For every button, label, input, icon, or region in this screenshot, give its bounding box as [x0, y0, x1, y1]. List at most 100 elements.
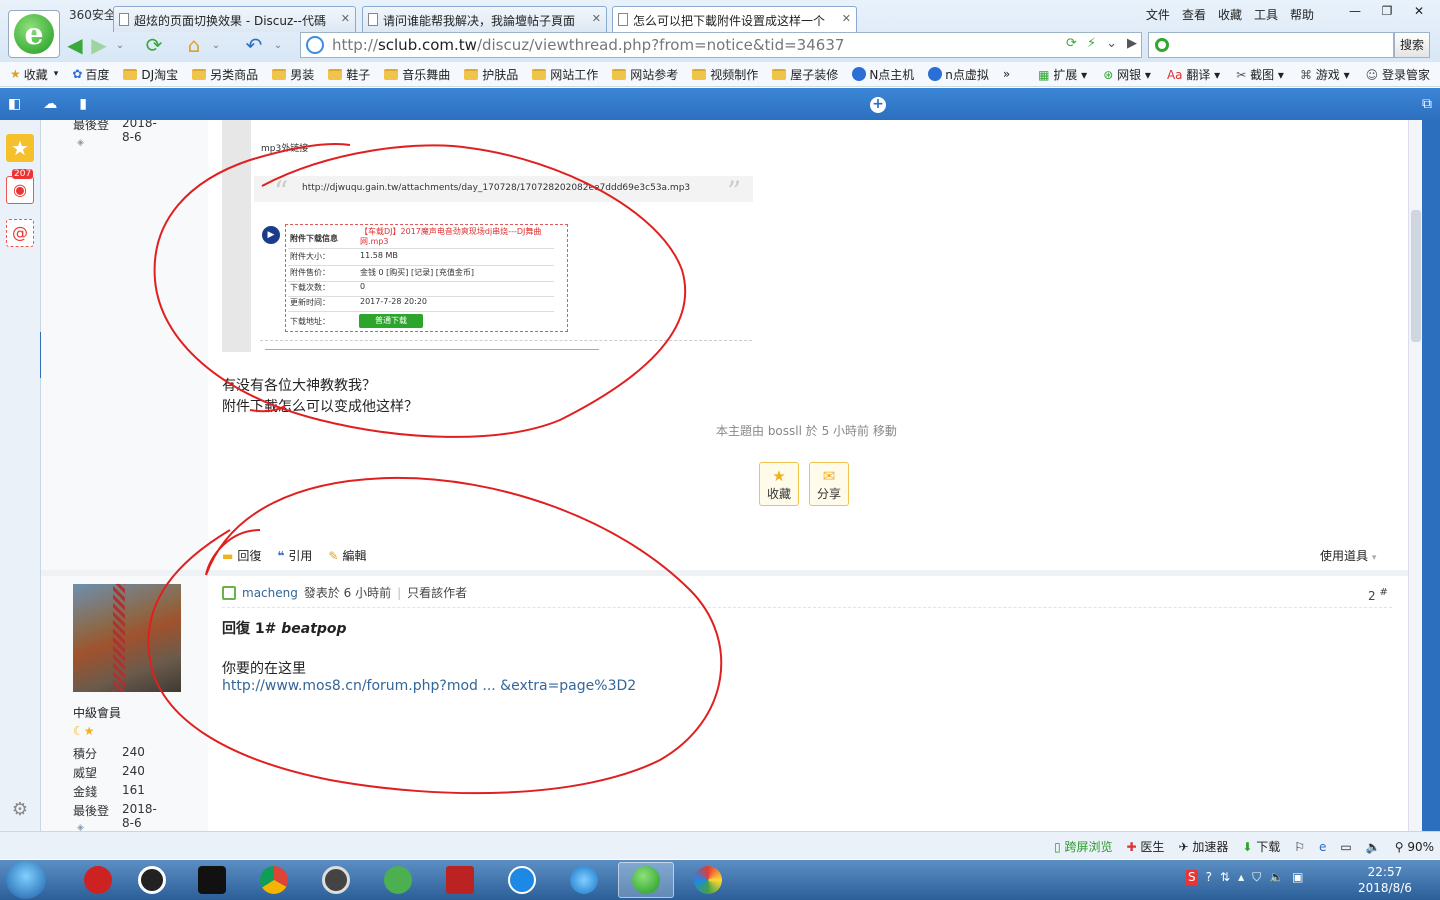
download-button[interactable]: ⬇ 下载 — [1242, 838, 1280, 855]
search-input[interactable] — [1148, 32, 1394, 58]
taskbar-app-music[interactable] — [370, 862, 426, 898]
home-dropdown-icon[interactable]: ⌄ — [208, 32, 224, 58]
window-mode-icon[interactable]: ▭ — [1340, 840, 1351, 854]
sidebar-toggle-icon[interactable]: ◧ — [8, 96, 21, 112]
ie-mode-icon[interactable]: e — [1319, 840, 1326, 854]
security-tray-icon[interactable]: ⛉ — [1252, 870, 1261, 885]
translate-button[interactable]: Aa 翻译 ▾ — [1167, 66, 1220, 83]
forward-icon[interactable]: ▶ — [88, 32, 110, 58]
tab-close-icon[interactable]: ✕ — [341, 12, 350, 25]
page-scrollbar[interactable] — [1408, 120, 1422, 831]
bookmark-folder[interactable]: 视频制作 — [692, 66, 758, 83]
address-dropdown-icon[interactable]: ⌄ — [1106, 36, 1117, 51]
address-bar[interactable]: http://sclub.com.tw/discuz/viewthread.ph… — [300, 32, 1142, 58]
tab-3-active[interactable]: 怎么可以把下載附件设置成这样一个 ✕ — [612, 6, 857, 32]
extensions-button[interactable]: ▦ 扩展 ▾ — [1038, 66, 1087, 83]
author-link[interactable]: macheng — [242, 586, 298, 600]
sogou-ime-icon[interactable]: S — [1186, 870, 1198, 885]
speed-mode-icon[interactable]: ⚡ — [1087, 36, 1096, 51]
tab-restore-icon[interactable]: ⧉ — [1422, 96, 1432, 112]
favorites-star-icon[interactable]: ★ — [6, 134, 34, 162]
bookmark-folder[interactable]: 屋子装修 — [772, 66, 838, 83]
settings-gear-icon[interactable]: ⚙ — [6, 796, 34, 824]
tab-2[interactable]: 请问谁能帮我解决，我論壇帖子頁面 ✕ — [362, 6, 607, 32]
network-icon[interactable]: ▣ — [1292, 870, 1303, 885]
bank-button[interactable]: ⊛ 网银 ▾ — [1103, 66, 1151, 83]
cross-screen-button[interactable]: ▯ 跨屏浏览 — [1054, 838, 1112, 855]
bookmark-folder[interactable]: 护肤品 — [464, 66, 518, 83]
menu-favorites[interactable]: 收藏 — [1218, 6, 1242, 23]
login-manager-button[interactable]: ☺ 登录管家 — [1366, 66, 1430, 83]
taskbar-app-dots[interactable] — [184, 862, 240, 898]
tray-arrows-icon[interactable]: ⇅ — [1220, 870, 1230, 885]
bookmark-n-host[interactable]: N点主机 — [852, 66, 914, 83]
menu-help[interactable]: 帮助 — [1290, 6, 1314, 23]
menu-file[interactable]: 文件 — [1146, 6, 1170, 23]
use-tools-button[interactable]: 使用道具 ▾ — [1320, 547, 1376, 564]
reply-button[interactable]: ▬ 回復 — [222, 547, 261, 564]
bookmark-folder[interactable]: DJ淘宝 — [123, 66, 178, 83]
bookmark-baidu[interactable]: ✿ 百度 — [72, 66, 109, 83]
taskbar-app-qq[interactable] — [124, 862, 180, 898]
reply-link[interactable]: http://www.mos8.cn/forum.php?mod ... &ex… — [222, 678, 636, 694]
undo-close-icon[interactable]: ↶ — [240, 32, 268, 58]
taskbar-app-chrome[interactable] — [246, 862, 302, 898]
mail-at-icon[interactable]: @ — [6, 219, 34, 247]
browser-logo[interactable]: e — [8, 10, 60, 58]
taskbar-app-paint[interactable] — [680, 862, 736, 898]
bookmark-folder[interactable]: 音乐舞曲 — [384, 66, 450, 83]
start-button[interactable] — [6, 861, 46, 899]
taskbar-app-360-active[interactable] — [618, 862, 674, 898]
bookmark-folder[interactable]: 网站工作 — [532, 66, 598, 83]
tab-1[interactable]: 超炫的页面切换效果 - Discuz--代碼 ✕ — [113, 6, 356, 32]
volume-icon[interactable]: 🔈 — [1269, 870, 1284, 885]
minimize-button[interactable]: — — [1340, 2, 1370, 22]
maximize-button[interactable]: ❐ — [1372, 2, 1402, 22]
tab-close-icon[interactable]: ✕ — [842, 12, 851, 25]
close-button[interactable]: ✕ — [1404, 2, 1434, 22]
favorite-button[interactable]: ★ 收藏 — [759, 462, 799, 506]
taskbar-app-ie[interactable] — [556, 862, 612, 898]
reload-icon[interactable]: ⟳ — [1066, 36, 1077, 51]
refresh-icon[interactable]: ⟳ — [140, 32, 168, 58]
bookmark-folder[interactable]: 男装 — [272, 66, 314, 83]
accelerator-button[interactable]: ✈ 加速器 — [1178, 838, 1228, 855]
home-icon[interactable]: ⌂ — [180, 32, 208, 58]
zoom-control[interactable]: ⚲ 90% — [1395, 840, 1434, 854]
cloud-icon[interactable]: ☁ — [43, 96, 57, 112]
flag-icon[interactable]: ⚐ — [1294, 840, 1305, 854]
history-dropdown-icon[interactable]: ⌄ — [112, 32, 128, 58]
system-clock[interactable]: 22:57 2018/8/6 — [1358, 864, 1412, 896]
go-icon[interactable]: ▶ — [1127, 36, 1137, 51]
doctor-button[interactable]: ✚ 医生 — [1127, 838, 1165, 855]
share-button[interactable]: ✉ 分享 — [809, 462, 849, 506]
search-button[interactable]: 搜索 — [1394, 32, 1430, 58]
scrollbar-thumb[interactable] — [1411, 210, 1421, 342]
bookmarks-favorites[interactable]: ★ 收藏 ▾ — [10, 66, 58, 83]
screenshot-button[interactable]: ✂ 截图 ▾ — [1236, 66, 1284, 83]
new-tab-button[interactable]: + — [870, 97, 886, 113]
undo-dropdown-icon[interactable]: ⌄ — [270, 32, 286, 58]
menu-tools[interactable]: 工具 — [1254, 6, 1278, 23]
taskbar-app-bird[interactable] — [70, 862, 126, 898]
bookmark-n-virtual[interactable]: n点虚拟 — [928, 66, 989, 83]
tray-expand-icon[interactable]: ▴ — [1238, 870, 1244, 885]
games-button[interactable]: ⌘ 游戏 ▾ — [1300, 66, 1350, 83]
edit-button[interactable]: ✎ 編輯 — [328, 547, 366, 564]
sound-icon[interactable]: 🔈 — [1366, 840, 1381, 854]
weibo-icon[interactable]: ◉ — [6, 176, 34, 204]
only-author-link[interactable]: 只看該作者 — [407, 584, 467, 601]
taskbar-app-k[interactable] — [494, 862, 550, 898]
bookmarks-more[interactable]: » — [1003, 67, 1010, 81]
bookmark-folder[interactable]: 鞋子 — [328, 66, 370, 83]
bookmark-folder[interactable]: 网站参考 — [612, 66, 678, 83]
avatar[interactable] — [73, 584, 181, 692]
bookmark-folder[interactable]: 另类商品 — [192, 66, 258, 83]
quote-button[interactable]: ❝ 引用 — [277, 547, 312, 564]
taskbar-app-autocad[interactable] — [432, 862, 488, 898]
page-list-icon[interactable]: ▮ — [79, 96, 87, 112]
tab-close-icon[interactable]: ✕ — [592, 12, 601, 25]
taskbar-app-gear[interactable] — [308, 862, 364, 898]
floor-number[interactable]: 2 # — [1368, 587, 1388, 603]
help-icon[interactable]: ? — [1206, 870, 1212, 885]
